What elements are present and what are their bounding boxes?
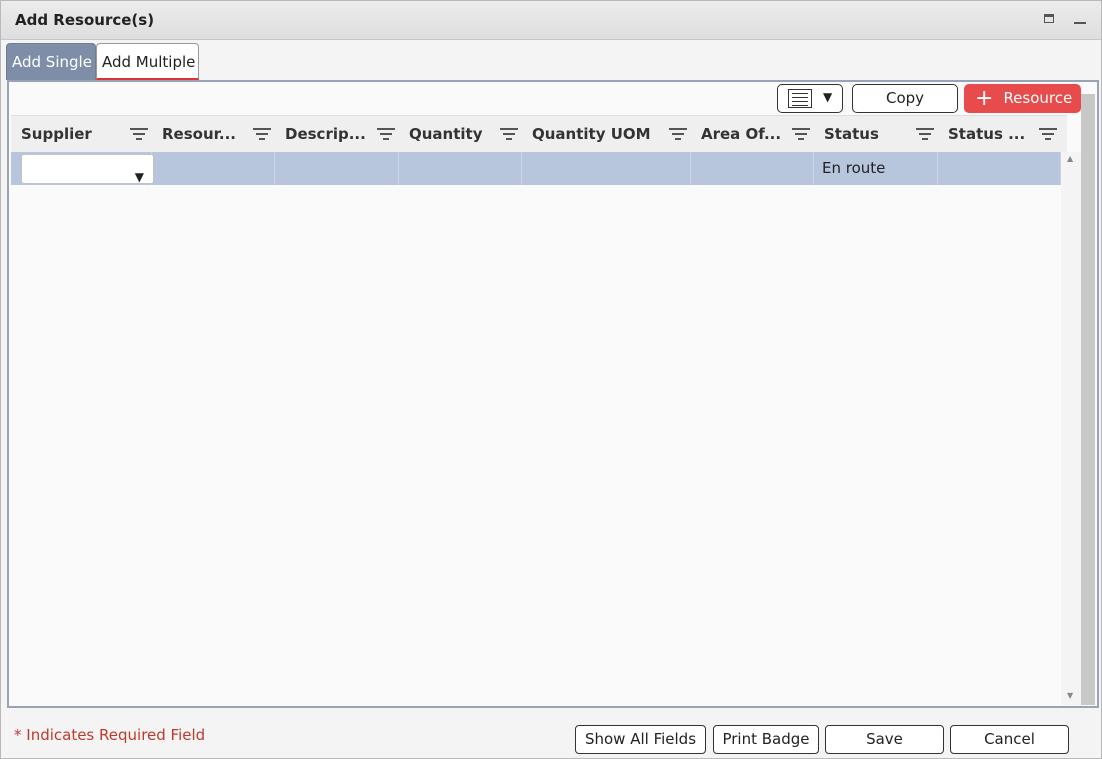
column-header-description[interactable]: Descrip... [275,116,399,153]
filter-icon[interactable] [253,128,271,141]
cell-status[interactable]: En route [814,152,938,185]
column-label: Area Of... [701,125,782,143]
title-bar: Add Resource(s) [1,1,1101,40]
scroll-down-icon[interactable]: ▼ [1067,691,1073,700]
column-header-status-2[interactable]: Status ... [938,116,1061,153]
column-label: Resour... [162,125,236,143]
cell-description[interactable] [275,152,399,185]
cell-resource[interactable] [152,152,275,185]
filter-icon[interactable] [916,128,934,141]
minimize-icon[interactable] [1074,22,1086,24]
add-resource-label: Resource [1003,89,1073,107]
maximize-icon[interactable] [1044,14,1054,23]
tab-add-multiple[interactable]: Add Multiple [96,43,199,80]
columns-icon [788,89,812,108]
print-badge-button[interactable]: Print Badge [713,725,819,754]
column-label: Supplier [21,125,92,143]
column-header-area-of[interactable]: Area Of... [691,116,814,153]
column-label: Quantity UOM [532,125,651,143]
column-label: Quantity [409,125,483,143]
filter-icon[interactable] [377,128,395,141]
required-field-note: * Indicates Required Field [14,726,206,744]
column-header-resource[interactable]: Resour... [152,116,275,153]
cell-area-of[interactable] [691,152,814,185]
column-label: Status ... [948,125,1026,143]
chevron-down-icon: ▼ [823,90,833,104]
column-header-status[interactable]: Status [814,116,938,153]
column-label: Descrip... [285,125,366,143]
filter-icon[interactable] [130,128,148,141]
cell-status-2[interactable] [938,152,1061,185]
save-button[interactable]: Save [825,725,944,754]
chevron-down-icon[interactable]: ▼ [135,161,144,194]
scroll-up-icon[interactable]: ▲ [1067,154,1073,163]
copy-button[interactable]: Copy [852,84,958,113]
cell-quantity[interactable] [399,152,522,185]
table-row[interactable]: ▼ En route [11,152,1061,185]
dialog-title: Add Resource(s) [15,11,155,29]
filter-icon[interactable] [1039,128,1057,141]
show-all-fields-button[interactable]: Show All Fields [575,725,706,754]
column-header-supplier[interactable]: Supplier [11,116,152,153]
add-resource-button[interactable]: + Resource [964,84,1081,113]
cell-quantity-uom[interactable] [522,152,691,185]
grid-header: Supplier Resour... Descrip... Quantity Q… [11,115,1067,154]
filter-icon[interactable] [500,128,518,141]
filter-icon[interactable] [669,128,687,141]
cancel-button[interactable]: Cancel [950,725,1069,754]
column-header-quantity-uom[interactable]: Quantity UOM [522,116,691,153]
scrollbar-thumb[interactable] [1081,94,1095,705]
column-label: Status [824,125,879,143]
resource-grid: ▼ Copy + Resource Supplier Resour... Desc… [7,80,1099,708]
filter-icon[interactable] [792,128,810,141]
add-resources-dialog: Add Resource(s) Add Single Add Multiple … [0,0,1102,759]
column-chooser-button[interactable]: ▼ [777,84,843,113]
cell-supplier: ▼ [11,152,154,185]
vertical-scrollbar[interactable]: ▲ ▼ [1061,94,1095,705]
supplier-select[interactable]: ▼ [21,154,154,184]
column-header-quantity[interactable]: Quantity [399,116,522,153]
plus-icon: + [975,86,994,111]
tab-add-single[interactable]: Add Single [6,43,96,80]
